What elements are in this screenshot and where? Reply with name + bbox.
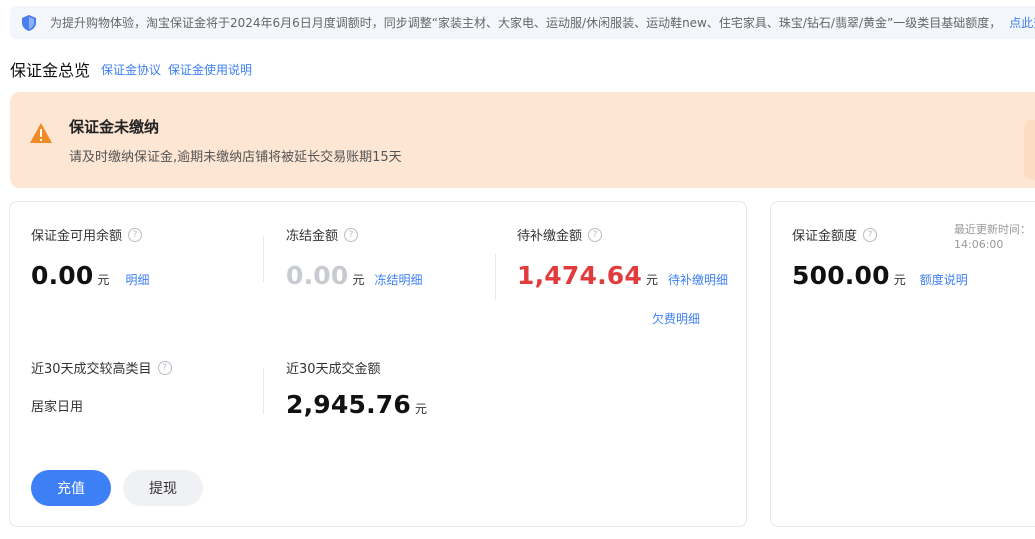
last-updated: 最近更新时间： 14:06:00 [954, 222, 1031, 252]
gmv-label: 近30天成交金额 [286, 362, 381, 377]
available-balance-value-row: 0.00 元 明细 [31, 261, 150, 290]
quota-label: 保证金额度 [792, 229, 858, 244]
alert-title: 保证金未缴纳 [69, 118, 160, 136]
available-balance-value: 0.00 [31, 261, 94, 290]
currency-unit: 元 [414, 402, 427, 416]
help-icon[interactable]: ? [157, 360, 172, 375]
quota-value-row: 500.00 元 额度说明 [792, 261, 968, 290]
alert-description: 请及时缴纳保证金,逾期未缴纳店铺将被延长交易账期15天 [69, 150, 402, 165]
top-category-label: 近30天成交较高类目 [31, 362, 152, 377]
frozen-detail-link[interactable]: 冻结明细 [375, 271, 423, 288]
pending-amount-label: 待补缴金额 [517, 229, 583, 244]
alert-action-edge[interactable] [1024, 120, 1035, 180]
arrears-detail-link[interactable]: 欠费明细 [652, 310, 700, 327]
gmv-value-row: 2,945.76 元 [286, 390, 427, 419]
announcement-link[interactable]: 点此查看 [1009, 14, 1035, 31]
balance-card: 保证金可用余额 ? 0.00 元 明细 冻结金额 ? 0.00 元 冻结明细 待… [9, 201, 747, 527]
frozen-amount-value: 0.00 [286, 261, 349, 290]
quota-label-row: 保证金额度 ? [792, 225, 878, 244]
available-balance-label: 保证金可用余额 [31, 229, 123, 244]
recharge-button[interactable]: 充值 [31, 470, 111, 506]
frozen-amount-label-row: 冻结金额 ? [286, 225, 359, 244]
page-title: 保证金总览 [10, 61, 91, 80]
quota-explain-link[interactable]: 额度说明 [920, 271, 968, 288]
available-balance-label-row: 保证金可用余额 ? [31, 225, 143, 244]
page-header: 保证金总览 保证金协议 保证金使用说明 [10, 57, 259, 81]
deposit-agreement-link[interactable]: 保证金协议 [101, 61, 161, 78]
help-icon[interactable]: ? [588, 227, 603, 242]
gmv-label-row: 近30天成交金额 [286, 358, 381, 377]
announcement-text: 为提升购物体验，淘宝保证金将于2024年6月6日月度调额时，同步调整“家装主材、… [50, 16, 1002, 30]
unpaid-alert: 保证金未缴纳 请及时缴纳保证金,逾期未缴纳店铺将被延长交易账期15天 [10, 92, 1035, 188]
currency-unit: 元 [893, 273, 906, 287]
quota-card: 保证金额度 ? 最近更新时间： 14:06:00 500.00 元 额度说明 [770, 201, 1035, 527]
help-icon[interactable]: ? [128, 227, 143, 242]
pending-amount-value-row: 1,474.64 元 待补缴明细 [517, 261, 728, 290]
frozen-amount-value-row: 0.00 元 冻结明细 [286, 261, 423, 290]
pending-detail-link[interactable]: 待补缴明细 [668, 271, 728, 288]
divider [495, 254, 496, 300]
currency-unit: 元 [645, 273, 658, 287]
top-category-label-row: 近30天成交较高类目 ? [31, 358, 172, 377]
deposit-usage-link[interactable]: 保证金使用说明 [168, 61, 252, 78]
frozen-amount-label: 冻结金额 [286, 229, 339, 244]
help-icon[interactable]: ? [863, 227, 878, 242]
quota-value: 500.00 [792, 261, 890, 290]
withdraw-button[interactable]: 提现 [123, 470, 203, 506]
currency-unit: 元 [352, 273, 365, 287]
balance-detail-link[interactable]: 明细 [126, 271, 150, 288]
divider [263, 368, 264, 414]
gmv-value: 2,945.76 [286, 390, 411, 419]
divider [263, 236, 264, 282]
top-category-value: 居家日用 [31, 400, 84, 415]
pending-amount-label-row: 待补缴金额 ? [517, 225, 603, 244]
currency-unit: 元 [97, 273, 110, 287]
pending-amount-value: 1,474.64 [517, 261, 642, 290]
warning-icon [30, 123, 52, 143]
help-icon[interactable]: ? [344, 227, 359, 242]
last-updated-label: 最近更新时间： [954, 223, 1031, 236]
announcement-bar: 为提升购物体验，淘宝保证金将于2024年6月6日月度调额时，同步调整“家装主材、… [10, 6, 1035, 39]
shield-icon [22, 14, 36, 31]
last-updated-time: 14:06:00 [954, 238, 1004, 251]
